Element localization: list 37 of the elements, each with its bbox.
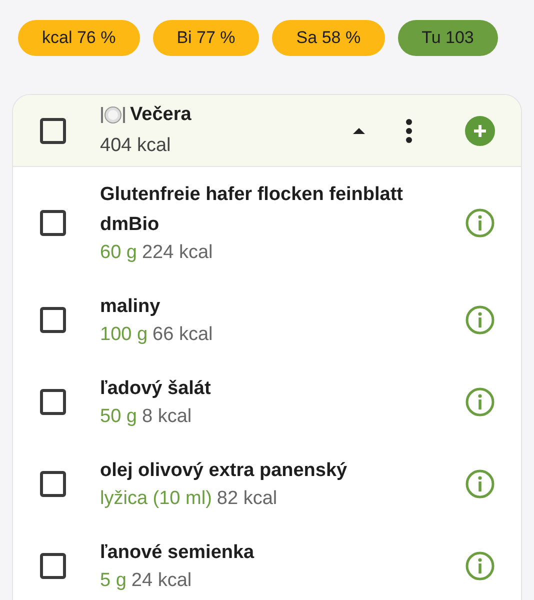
food-name: ľanové semienka xyxy=(100,541,256,565)
food-amount: 50 g xyxy=(100,405,137,429)
info-icon[interactable] xyxy=(465,305,495,335)
food-name: Glutenfreie hafer flocken feinblatt dmBio xyxy=(100,183,404,237)
checkbox[interactable] xyxy=(40,553,66,579)
info-icon[interactable] xyxy=(465,208,495,238)
food-amount: 5 g xyxy=(100,569,126,593)
more-menu-icon[interactable] xyxy=(405,118,413,142)
food-amount: 100 g xyxy=(100,323,148,347)
checkbox[interactable] xyxy=(40,210,66,236)
meal-energy: 404 kcal xyxy=(100,134,172,158)
plus-icon xyxy=(472,122,488,138)
food-amount: 60 g xyxy=(100,241,137,265)
food-energy: 66 kcal xyxy=(152,323,213,347)
nutrient-chip[interactable]: kcal 76 % xyxy=(18,20,140,56)
food-name: ľadový šalát xyxy=(100,377,212,401)
add-button[interactable] xyxy=(465,116,495,146)
food-energy: 24 kcal xyxy=(131,569,192,593)
info-icon[interactable] xyxy=(465,469,495,499)
food-name: maliny xyxy=(100,295,162,319)
checkbox[interactable] xyxy=(40,118,66,144)
nutrient-chip[interactable]: Sa 58 % xyxy=(272,20,385,56)
caret-icon xyxy=(353,126,365,134)
plate-icon xyxy=(100,105,126,126)
nutrient-chip[interactable]: Tu 103 xyxy=(398,20,498,56)
food-energy: 224 kcal xyxy=(142,241,213,265)
checkbox[interactable] xyxy=(40,471,66,497)
info-icon[interactable] xyxy=(465,551,495,581)
food-energy: 8 kcal xyxy=(142,405,192,429)
food-amount: lyžica (10 ml) xyxy=(100,487,212,511)
checkbox[interactable] xyxy=(40,389,66,415)
food-energy: 82 kcal xyxy=(216,487,278,511)
nutrient-chip[interactable]: Bi 77 % xyxy=(152,20,260,56)
meal-title: Večera xyxy=(130,103,192,127)
checkbox[interactable] xyxy=(40,307,66,333)
food-name: olej olivový extra panenský xyxy=(100,459,348,483)
info-icon[interactable] xyxy=(465,387,495,417)
